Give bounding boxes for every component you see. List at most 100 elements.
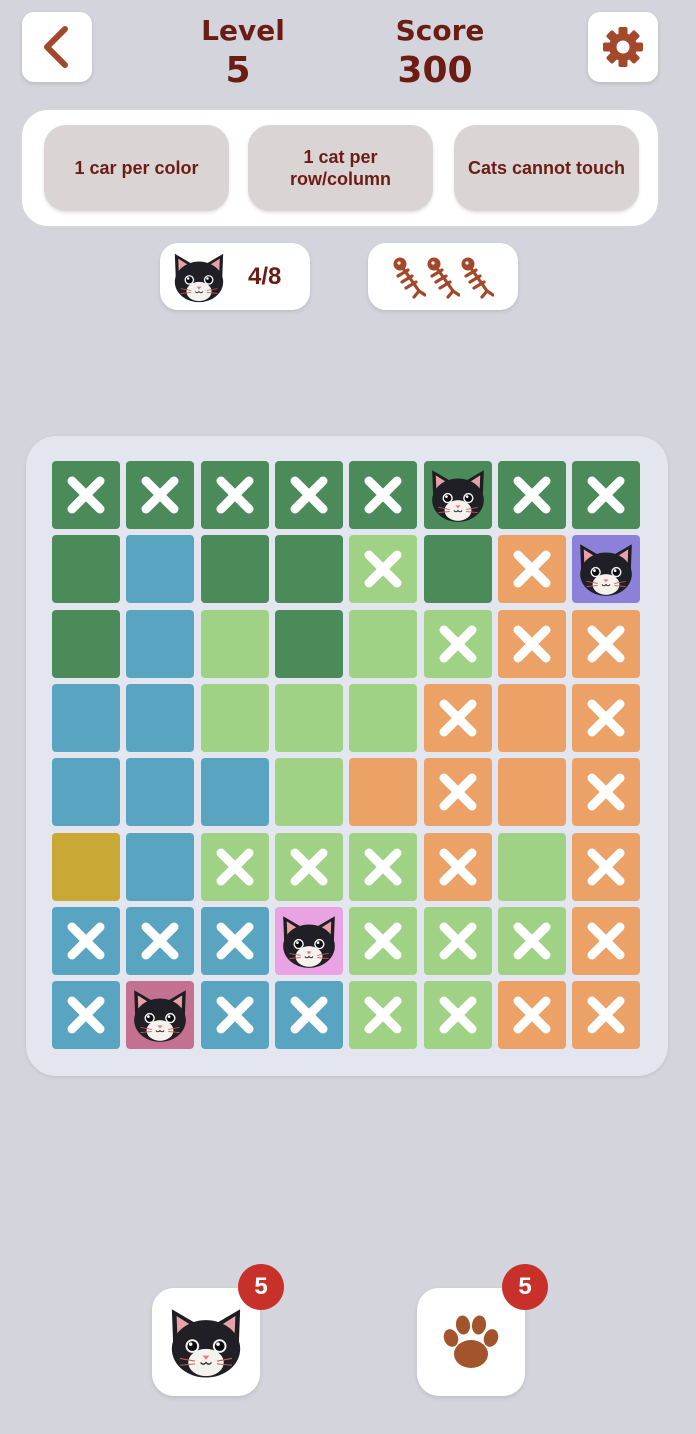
board-cell[interactable] xyxy=(52,683,120,752)
board-cell[interactable] xyxy=(200,609,269,678)
board-cell[interactable] xyxy=(497,832,566,901)
cross-mark-icon xyxy=(364,476,402,514)
board-cell[interactable] xyxy=(497,535,566,604)
board-cell[interactable] xyxy=(126,461,195,529)
cross-mark-icon xyxy=(587,699,625,737)
board-cell[interactable] xyxy=(126,758,195,827)
rule-one-cat-per-row-column[interactable]: 1 cat per row/column xyxy=(248,125,433,211)
board-cell[interactable] xyxy=(274,461,343,529)
board-cell[interactable] xyxy=(200,832,269,901)
cross-mark-icon xyxy=(513,550,551,588)
board-cell[interactable] xyxy=(423,906,492,975)
board-cell[interactable] xyxy=(423,609,492,678)
board-cell[interactable] xyxy=(126,683,195,752)
level-display: Level 5 xyxy=(178,14,308,94)
cross-mark-icon xyxy=(439,848,476,885)
board-cell[interactable] xyxy=(126,535,195,604)
board-cell[interactable] xyxy=(52,832,120,901)
cross-mark-icon xyxy=(364,550,402,588)
board-cell[interactable] xyxy=(497,461,566,529)
cross-mark-icon xyxy=(290,996,328,1034)
board-cell[interactable] xyxy=(349,535,418,604)
board-cell[interactable] xyxy=(572,683,641,752)
board-cell[interactable] xyxy=(497,758,566,827)
board-cell[interactable] xyxy=(200,535,269,604)
cats-placed-count: 4/8 xyxy=(248,262,282,290)
cross-mark-icon xyxy=(439,773,476,811)
board-cell[interactable] xyxy=(349,981,418,1050)
board-cell[interactable] xyxy=(52,461,120,529)
cat-face-icon xyxy=(575,540,637,598)
board-cell[interactable] xyxy=(274,981,343,1050)
rule-one-car-per-color[interactable]: 1 car per color xyxy=(44,125,229,211)
board-cell[interactable] xyxy=(200,758,269,827)
board-cell[interactable] xyxy=(349,906,418,975)
cross-mark-icon xyxy=(141,922,179,960)
board-cell[interactable] xyxy=(423,683,492,752)
board-cell[interactable] xyxy=(126,832,195,901)
board-cell[interactable] xyxy=(274,683,343,752)
cross-mark-icon xyxy=(290,476,328,514)
cross-mark-icon xyxy=(216,476,254,514)
board-cell[interactable] xyxy=(52,906,120,975)
board-cell[interactable] xyxy=(52,758,120,827)
board-cell[interactable] xyxy=(572,535,641,604)
cat-face-icon xyxy=(278,912,340,970)
board-cell[interactable] xyxy=(349,832,418,901)
cross-mark-icon xyxy=(587,922,625,960)
board-cell[interactable] xyxy=(126,609,195,678)
cross-mark-icon xyxy=(587,773,625,811)
score-value: 300 xyxy=(397,50,473,91)
board-cell[interactable] xyxy=(423,832,492,901)
cross-mark-icon xyxy=(364,848,402,885)
board-cell[interactable] xyxy=(274,906,343,975)
board-cell[interactable] xyxy=(200,461,269,529)
board-cell[interactable] xyxy=(200,906,269,975)
paw-tool-count-badge: 5 xyxy=(502,1264,548,1310)
board-cell[interactable] xyxy=(572,981,641,1050)
level-value: 5 xyxy=(225,50,251,91)
board-cell[interactable] xyxy=(572,758,641,827)
cross-mark-icon xyxy=(587,848,625,885)
cross-mark-icon xyxy=(364,922,402,960)
board-cell[interactable] xyxy=(497,981,566,1050)
board-cell[interactable] xyxy=(572,832,641,901)
board-cell[interactable] xyxy=(274,609,343,678)
cross-mark-icon xyxy=(513,476,551,514)
board-cell[interactable] xyxy=(200,683,269,752)
board-cell[interactable] xyxy=(497,683,566,752)
board-cell[interactable] xyxy=(349,758,418,827)
board-cell[interactable] xyxy=(423,535,492,604)
board-cell[interactable] xyxy=(274,758,343,827)
board-cell[interactable] xyxy=(274,832,343,901)
cross-mark-icon xyxy=(67,476,105,514)
board-cell[interactable] xyxy=(349,609,418,678)
board-cell[interactable] xyxy=(497,609,566,678)
settings-button[interactable] xyxy=(588,12,658,82)
board-cell[interactable] xyxy=(349,683,418,752)
rule-cats-cannot-touch[interactable]: Cats cannot touch xyxy=(454,125,639,211)
board-cell[interactable] xyxy=(52,535,120,604)
cross-mark-icon xyxy=(216,922,254,960)
board-cell[interactable] xyxy=(200,981,269,1050)
board-cell[interactable] xyxy=(349,461,418,529)
board-cell[interactable] xyxy=(423,758,492,827)
board-cell[interactable] xyxy=(274,535,343,604)
cross-mark-icon xyxy=(439,625,476,663)
cats-placed-pill: 4/8 xyxy=(160,243,310,310)
back-button[interactable] xyxy=(22,12,92,82)
board-cell[interactable] xyxy=(572,461,641,529)
board-cell[interactable] xyxy=(497,906,566,975)
board-cell[interactable] xyxy=(572,609,641,678)
board-cell[interactable] xyxy=(423,461,492,529)
score-display: Score 300 xyxy=(370,14,510,94)
board-cell[interactable] xyxy=(572,906,641,975)
board-cell[interactable] xyxy=(423,981,492,1050)
cross-mark-icon xyxy=(513,625,551,663)
board-cell[interactable] xyxy=(126,906,195,975)
board-cell[interactable] xyxy=(52,981,120,1050)
board-cell[interactable] xyxy=(126,981,195,1050)
board-cell[interactable] xyxy=(52,609,120,678)
cross-mark-icon xyxy=(67,922,105,960)
place-cat-tool-button[interactable] xyxy=(152,1288,260,1396)
